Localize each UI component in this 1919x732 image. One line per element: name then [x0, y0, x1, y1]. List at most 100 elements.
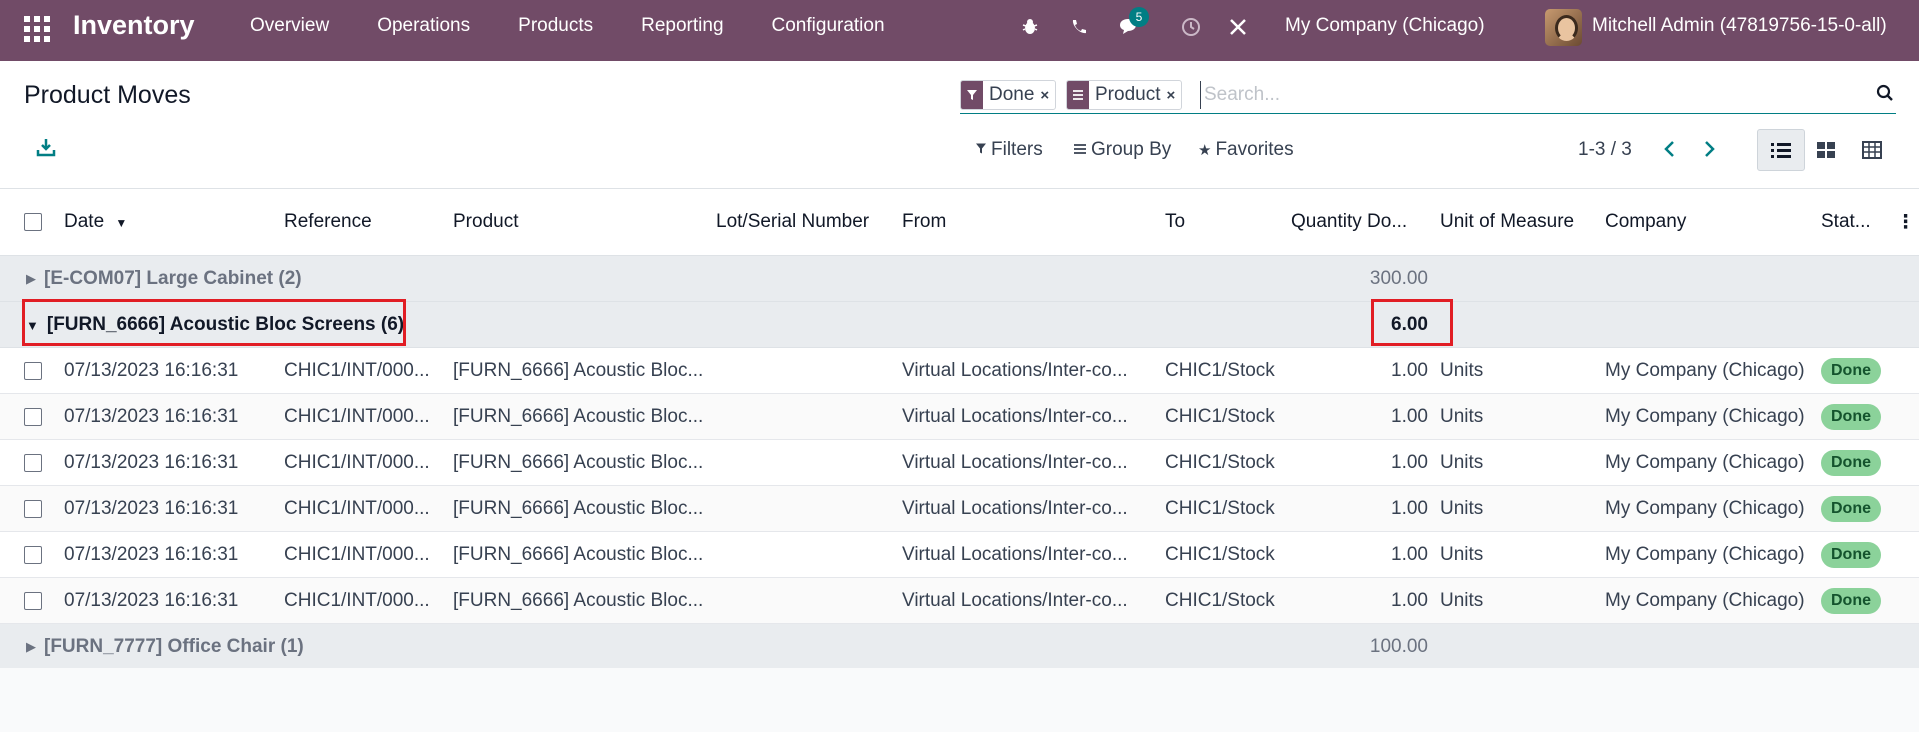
main-menu: Overview Operations Products Reporting C…	[226, 0, 909, 61]
group-row-large-cabinet[interactable]: ▶ [E-COM07] Large Cabinet (2) 300.00	[0, 256, 1919, 302]
cell-unit-of-measure: Units	[1440, 544, 1484, 565]
user-avatar[interactable]	[1545, 9, 1582, 46]
cell-company: My Company (Chicago)	[1605, 406, 1805, 427]
facet-product[interactable]: Product ×	[1066, 80, 1183, 110]
export-download-icon[interactable]	[36, 137, 58, 159]
optional-columns-icon[interactable]: ⋮	[1896, 211, 1915, 234]
tools-icon[interactable]	[1225, 14, 1251, 40]
cell-product: [FURN_6666] Acoustic Bloc...	[453, 544, 704, 565]
cell-product: [FURN_6666] Acoustic Bloc...	[453, 498, 704, 519]
chevron-right-icon[interactable]	[1698, 135, 1722, 163]
search-input[interactable]	[1200, 81, 1840, 109]
cell-product: [FURN_6666] Acoustic Bloc...	[453, 452, 704, 473]
menu-configuration[interactable]: Configuration	[748, 0, 909, 61]
table-row[interactable]: 07/13/2023 16:16:31 CHIC1/INT/000... [FURN…	[0, 532, 1919, 578]
app-menu-icon[interactable]	[24, 16, 50, 42]
cell-from: Virtual Locations/Inter-co...	[902, 590, 1128, 611]
row-checkbox[interactable]	[24, 546, 42, 564]
cell-date: 07/13/2023 16:16:31	[64, 360, 239, 381]
cell-from: Virtual Locations/Inter-co...	[902, 406, 1128, 427]
column-to[interactable]: To	[1165, 211, 1185, 233]
row-checkbox[interactable]	[24, 592, 42, 610]
debug-bug-icon[interactable]	[1017, 14, 1043, 40]
group-by-button[interactable]: Group By	[1073, 139, 1171, 161]
cell-unit-of-measure: Units	[1440, 452, 1484, 473]
status-badge: Done	[1821, 450, 1881, 476]
company-switcher[interactable]: My Company (Chicago)	[1285, 15, 1485, 37]
star-icon: ★	[1198, 142, 1212, 159]
facet-done[interactable]: Done ×	[960, 80, 1057, 110]
cell-reference: CHIC1/INT/000...	[284, 452, 430, 473]
menu-overview[interactable]: Overview	[226, 0, 353, 61]
chevron-left-icon[interactable]	[1657, 135, 1681, 163]
cell-product: [FURN_6666] Acoustic Bloc...	[453, 590, 704, 611]
status-badge: Done	[1821, 496, 1881, 522]
row-checkbox[interactable]	[24, 454, 42, 472]
pager-value[interactable]: 1-3 / 3	[1578, 139, 1632, 161]
row-checkbox[interactable]	[24, 362, 42, 380]
cell-quantity-done: 1.00	[1391, 498, 1428, 519]
menu-operations[interactable]: Operations	[353, 0, 494, 61]
app-name[interactable]: Inventory	[73, 10, 195, 41]
cell-quantity-done: 1.00	[1391, 360, 1428, 381]
status-badge: Done	[1821, 588, 1881, 614]
table-row[interactable]: 07/13/2023 16:16:31 CHIC1/INT/000... [FURN…	[0, 578, 1919, 624]
cell-date: 07/13/2023 16:16:31	[64, 452, 239, 473]
highlight-box-group-label	[22, 299, 406, 346]
caret-right-icon: ▶	[26, 639, 36, 654]
cell-product: [FURN_6666] Acoustic Bloc...	[453, 360, 704, 381]
menu-products[interactable]: Products	[494, 0, 617, 61]
cell-from: Virtual Locations/Inter-co...	[902, 498, 1128, 519]
column-date[interactable]: Date ▼	[64, 211, 127, 233]
pivot-view-icon[interactable]	[1848, 129, 1896, 171]
close-icon[interactable]: ×	[1166, 87, 1181, 104]
cell-date: 07/13/2023 16:16:31	[64, 498, 239, 519]
row-checkbox[interactable]	[24, 408, 42, 426]
group-row-office-chair[interactable]: ▶ [FURN_7777] Office Chair (1) 100.00	[0, 624, 1919, 670]
select-all-checkbox[interactable]	[24, 213, 42, 231]
cell-to: CHIC1/Stock	[1165, 590, 1275, 611]
menu-reporting[interactable]: Reporting	[617, 0, 747, 61]
cell-unit-of-measure: Units	[1440, 360, 1484, 381]
filters-button[interactable]: Filters	[975, 139, 1043, 161]
facet-label: Product	[1095, 84, 1161, 105]
control-panel: Product Moves Done × Product × Filters G…	[0, 61, 1919, 189]
cell-from: Virtual Locations/Inter-co...	[902, 452, 1128, 473]
cell-to: CHIC1/Stock	[1165, 360, 1275, 381]
list-view-icon[interactable]	[1757, 129, 1805, 171]
column-unit-of-measure[interactable]: Unit of Measure	[1440, 211, 1574, 233]
column-quantity-done[interactable]: Quantity Do...	[1291, 211, 1407, 233]
cell-unit-of-measure: Units	[1440, 590, 1484, 611]
column-lot-serial[interactable]: Lot/Serial Number	[716, 211, 869, 233]
table-row[interactable]: 07/13/2023 16:16:31 CHIC1/INT/000... [FURN…	[0, 486, 1919, 532]
messages-icon[interactable]: 5	[1116, 7, 1149, 40]
cell-quantity-done: 1.00	[1391, 590, 1428, 611]
column-status[interactable]: Stat...	[1821, 211, 1871, 233]
column-company[interactable]: Company	[1605, 211, 1686, 233]
group-label: ▶ [E-COM07] Large Cabinet (2)	[26, 268, 302, 289]
close-icon[interactable]: ×	[1040, 87, 1055, 104]
cell-date: 07/13/2023 16:16:31	[64, 590, 239, 611]
kanban-view-icon[interactable]	[1802, 129, 1850, 171]
cell-company: My Company (Chicago)	[1605, 360, 1805, 381]
activity-clock-icon[interactable]	[1178, 14, 1204, 40]
favorites-button[interactable]: ★ Favorites	[1198, 139, 1294, 161]
cell-company: My Company (Chicago)	[1605, 590, 1805, 611]
cell-quantity-done: 1.00	[1391, 544, 1428, 565]
column-reference[interactable]: Reference	[284, 211, 372, 233]
column-from[interactable]: From	[902, 211, 946, 233]
cell-to: CHIC1/Stock	[1165, 544, 1275, 565]
phone-icon[interactable]	[1066, 14, 1092, 40]
user-menu[interactable]: Mitchell Admin (47819756-15-0-all)	[1592, 15, 1887, 37]
column-product[interactable]: Product	[453, 211, 518, 233]
cell-date: 07/13/2023 16:16:31	[64, 544, 239, 565]
top-navbar: Inventory Overview Operations Products R…	[0, 0, 1919, 61]
group-quantity-total: 300.00	[1369, 268, 1428, 289]
cell-company: My Company (Chicago)	[1605, 498, 1805, 519]
cell-to: CHIC1/Stock	[1165, 498, 1275, 519]
row-checkbox[interactable]	[24, 500, 42, 518]
table-row[interactable]: 07/13/2023 16:16:31 CHIC1/INT/000... [FURN…	[0, 348, 1919, 394]
search-icon[interactable]	[1876, 84, 1896, 104]
table-row[interactable]: 07/13/2023 16:16:31 CHIC1/INT/000... [FURN…	[0, 440, 1919, 486]
table-row[interactable]: 07/13/2023 16:16:31 CHIC1/INT/000... [FURN…	[0, 394, 1919, 440]
